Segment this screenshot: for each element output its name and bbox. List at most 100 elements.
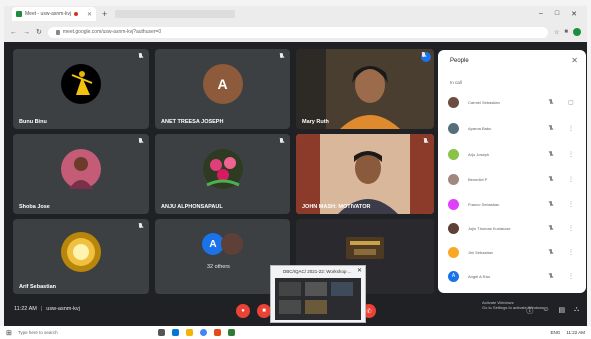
mic-off-icon [548,249,554,255]
participant-name: Shoba Jose [19,204,50,210]
mic-off-icon [138,138,144,144]
forward-arrow-icon[interactable]: → [23,29,30,36]
activate-windows-watermark: Activate Windows Go to Settings to activ… [482,300,545,310]
edge-icon[interactable] [171,329,179,336]
activate-line-2: Go to Settings to activate Windows. [482,305,546,310]
meeting-clock: 11:22 AM | usw-asnm-kvj [14,306,80,312]
participant-avatar [61,232,101,272]
member-avatar [448,222,459,234]
office-icon[interactable] [213,329,221,336]
participant-avatar: A [202,64,243,105]
taskbar-preview-popup[interactable]: DBC/IQAC/ 2021-22: Workshop ... ✕ [270,265,366,323]
recording-dot-icon [74,12,79,16]
maximize-button[interactable]: □ [555,10,559,18]
more-options-icon[interactable]: ⋮ [568,201,574,208]
participant-video-tile[interactable]: Mary Ruth [296,49,434,129]
chat-icon[interactable]: ▤ [558,306,565,316]
participant-tile[interactable]: Bunu Binu [13,49,149,129]
people-list-item[interactable]: Arju Joseph ⋮ [448,146,578,162]
camera-toggle-button[interactable]: ■ [257,304,271,318]
mic-off-icon [548,225,554,231]
member-name: Carmel Sebastian [468,99,500,105]
browser-chrome: Meet - usw-asnm-kvj ✕ + – □ ✕ ← → ↻ meet… [4,6,587,42]
video-frame [296,134,434,214]
activities-icon[interactable]: ⛬ [574,306,579,316]
people-list-item[interactable]: Carmel Sebastian ▢ [448,94,578,110]
people-list-item[interactable]: Aparna Babu ⋮ [448,120,578,136]
member-avatar-letter: A [451,273,456,279]
participant-tile[interactable]: Shoba Jose [13,134,149,214]
mic-off-icon [279,53,285,59]
mic-off-icon [548,201,554,207]
back-arrow-icon[interactable]: ← [10,29,17,36]
people-list-item[interactable]: Jini Sebastian ⋮ [448,244,578,260]
mic-off-icon [138,223,144,229]
speaking-indicator-icon [421,52,431,62]
more-options-icon[interactable]: ⋮ [568,225,574,232]
file-explorer-icon[interactable] [185,329,193,336]
avatar-letter: A [217,76,228,93]
extension-icon[interactable]: ■ [564,29,568,35]
member-name: Benedict P [468,176,488,182]
member-name: Arju Joseph [468,151,490,157]
more-options-icon[interactable]: ⋮ [568,125,574,132]
member-avatar [448,173,459,185]
mic-off-icon [548,125,554,131]
participant-name: Arif Sebastian [19,284,56,290]
preview-thumbnail [275,278,361,320]
people-list-item[interactable]: Benedict P ⋮ [448,171,578,187]
more-options-icon[interactable]: ⋮ [568,176,574,183]
tray-language[interactable]: ENG [551,330,561,335]
browser-tab-meet[interactable]: Meet - usw-asnm-kvj ✕ [12,7,96,21]
taskbar-app-icons [157,329,235,336]
more-options-icon[interactable]: ⋮ [568,249,574,256]
member-avatar: A [448,270,459,282]
extensions-area: ☆ ■ [554,28,581,36]
blurred-tab[interactable] [115,10,236,18]
windows-start-icon[interactable]: ⊞ [6,329,12,337]
mic-off-icon [548,273,554,279]
taskbar-search-input[interactable]: Type here to search [18,330,138,335]
reload-icon[interactable]: ↻ [36,28,42,36]
pin-icon[interactable]: ▢ [568,99,574,106]
mic-off-icon [548,151,554,157]
participant-tile[interactable]: Arif Sebastian [13,219,149,294]
more-options-icon[interactable]: ⋮ [568,273,574,280]
member-name: Franco Sebastian [468,201,500,207]
others-avatar-photo [221,233,243,255]
member-avatar [448,198,459,210]
chrome-icon[interactable] [199,329,207,336]
new-tab-button[interactable]: + [102,9,107,19]
participant-tile[interactable]: ANJU ALPHONSAPAUL [155,134,290,214]
preview-close-icon[interactable]: ✕ [357,267,362,274]
people-list-item[interactable]: Jojin Thomas Kuriakose ⋮ [448,220,578,236]
preview-title: DBC/IQAC/ 2021-22: Workshop ... [283,269,352,274]
video-frame [296,49,434,129]
tab-close-icon[interactable]: ✕ [87,11,92,18]
address-bar[interactable]: meet.google.com/usw-asnm-kvj?authuser=0 [47,26,548,38]
member-name: Aparna Babu [468,125,492,131]
others-avatar-letter: A [209,238,217,250]
participant-name: Mary Ruth [302,119,329,125]
participant-video-tile[interactable]: JOHN MASH: MOTIVATOR [296,134,434,214]
separator: | [40,306,43,312]
participant-avatar [202,149,243,190]
meeting-code: usw-asnm-kvj [46,306,80,312]
more-options-icon[interactable]: ⋮ [568,151,574,158]
participant-name: ANET TREESA JOSEPH [161,119,224,125]
participant-tile[interactable]: A ANET TREESA JOSEPH [155,49,290,129]
app-icon[interactable] [227,329,235,336]
people-list-item[interactable]: A Angel A Rao ⋮ [448,268,578,284]
member-name: Jini Sebastian [468,249,493,255]
close-window-button[interactable]: ✕ [571,10,577,18]
people-list-item[interactable]: Franco Sebastian ⋮ [448,196,578,212]
profile-avatar-icon[interactable] [573,28,581,36]
close-panel-icon[interactable]: ✕ [571,56,578,65]
others-count: 32 others [207,264,230,270]
minimize-button[interactable]: – [539,10,543,18]
task-view-icon[interactable] [157,329,165,336]
mic-toggle-button[interactable]: ● [236,304,250,318]
tray-clock[interactable]: 11:22 AM [566,330,585,335]
star-icon[interactable]: ☆ [554,29,559,36]
mic-off-icon [548,99,554,105]
